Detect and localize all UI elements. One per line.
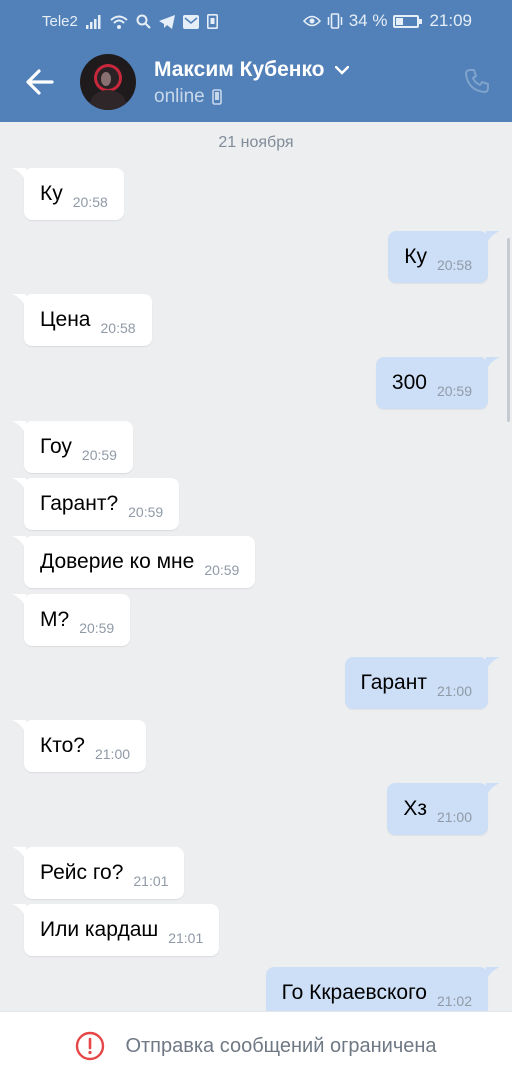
- message-text: М?: [40, 608, 70, 631]
- wifi-icon: [110, 15, 128, 29]
- telegram-icon: [158, 14, 175, 29]
- message-text: Го Ккраевского: [281, 981, 427, 1004]
- bubble-tail: [486, 231, 500, 245]
- bubble-tail: [12, 594, 26, 608]
- message-time: 20:58: [100, 320, 136, 336]
- message-time: 20:59: [79, 620, 115, 636]
- outgoing-message[interactable]: Ку 20:58: [388, 231, 500, 283]
- outgoing-message[interactable]: 300 20:59: [375, 357, 500, 409]
- incoming-message[interactable]: Доверие ко мне 20:59: [12, 536, 256, 588]
- status-bar-right: 34 % 21:09: [302, 11, 472, 31]
- message-time: 20:59: [436, 383, 472, 399]
- bubble-tail: [12, 720, 26, 734]
- message-time: 20:58: [436, 257, 472, 273]
- mail-icon: [182, 14, 199, 29]
- message-text: Хз: [403, 797, 427, 820]
- bubble-tail: [486, 783, 500, 797]
- phone-icon: [465, 69, 489, 93]
- message-time: 21:00: [436, 809, 472, 825]
- app-header: Tele2 34 % 21:09 Максим Кубенко online: [0, 0, 512, 122]
- battery-percent: 34 %: [348, 11, 388, 30]
- contact-info[interactable]: Максим Кубенко online: [154, 58, 349, 108]
- outgoing-message[interactable]: Хз 21:00: [387, 783, 500, 835]
- incoming-message[interactable]: М? 20:59: [12, 594, 131, 646]
- restricted-notice-text: Отправка сообщений ограничена: [125, 1034, 437, 1057]
- status-bar: Tele2 34 % 21:09: [0, 0, 512, 42]
- back-button[interactable]: [24, 64, 56, 100]
- scrollbar[interactable]: [507, 238, 510, 422]
- message-text: 300: [391, 371, 427, 394]
- message-time: 21:00: [94, 746, 131, 762]
- vibrate-icon: [327, 13, 342, 29]
- incoming-message[interactable]: Ку 20:58: [12, 168, 124, 220]
- message-text: Гоу: [40, 435, 72, 458]
- message-text: Ку: [40, 182, 63, 205]
- bubble-tail: [12, 536, 26, 550]
- message-time: 20:59: [204, 562, 240, 578]
- message-text: Ку: [404, 245, 427, 268]
- incoming-message[interactable]: Рейс го? 21:01: [12, 847, 185, 899]
- search-icon: [136, 14, 151, 29]
- battery-icon: [393, 14, 423, 28]
- message-time: 21:01: [133, 873, 169, 889]
- call-button[interactable]: [464, 68, 490, 94]
- date-separator: 21 ноября: [218, 134, 294, 151]
- restricted-notice-bar: Отправка сообщений ограничена: [0, 1011, 512, 1080]
- message-text: Доверие ко мне: [40, 550, 195, 573]
- message-time: 20:59: [128, 504, 164, 520]
- bubble-tail: [12, 847, 26, 861]
- battery-fill: [396, 17, 404, 25]
- contact-status-row: online: [154, 86, 349, 108]
- bubble-tail: [12, 421, 26, 435]
- message-time: 20:59: [81, 447, 117, 463]
- message-text: Рейс го?: [40, 861, 124, 884]
- status-bar-left: Tele2: [42, 13, 218, 30]
- contact-name-row: Максим Кубенко: [154, 58, 349, 82]
- eye-icon: [302, 15, 321, 27]
- contact-status: online: [154, 86, 205, 107]
- sim-icon: [206, 14, 218, 29]
- message-time: 21:02: [436, 993, 472, 1009]
- bubble-tail: [12, 478, 26, 492]
- avatar[interactable]: [80, 54, 136, 110]
- message-time: 20:58: [72, 194, 108, 210]
- incoming-message[interactable]: Гарант? 20:59: [12, 478, 180, 530]
- message-time: 21:00: [436, 683, 472, 699]
- message-time: 21:01: [168, 930, 204, 946]
- warning-circle-icon: [76, 1031, 105, 1061]
- bubble-tail: [12, 168, 26, 182]
- signal-icon: [85, 14, 101, 29]
- message-text: Или кардаш: [40, 918, 159, 941]
- chevron-down-icon: [334, 65, 349, 75]
- message-text: Гарант: [360, 671, 427, 694]
- mobile-icon: [211, 89, 222, 105]
- incoming-message[interactable]: Кто? 21:00: [12, 720, 147, 772]
- back-arrow-icon: [26, 69, 54, 95]
- incoming-message[interactable]: Гоу 20:59: [12, 421, 133, 473]
- outgoing-message[interactable]: Гарант 21:00: [344, 657, 500, 709]
- bubble-tail: [12, 904, 26, 918]
- bubble-tail: [486, 357, 500, 371]
- incoming-message[interactable]: Цена 20:58: [12, 294, 152, 346]
- clock: 21:09: [429, 11, 472, 30]
- message-text: Гарант?: [40, 492, 119, 515]
- bubble-tail: [486, 657, 500, 671]
- message-text: Кто?: [40, 734, 85, 757]
- incoming-message[interactable]: Или кардаш 21:01: [12, 904, 220, 956]
- bubble-tail: [12, 294, 26, 308]
- carrier-label: Tele2: [42, 13, 78, 30]
- bubble-tail: [486, 967, 500, 981]
- avatar-image: [80, 54, 136, 110]
- contact-name: Максим Кубенко: [154, 58, 325, 81]
- message-text: Цена: [40, 308, 91, 331]
